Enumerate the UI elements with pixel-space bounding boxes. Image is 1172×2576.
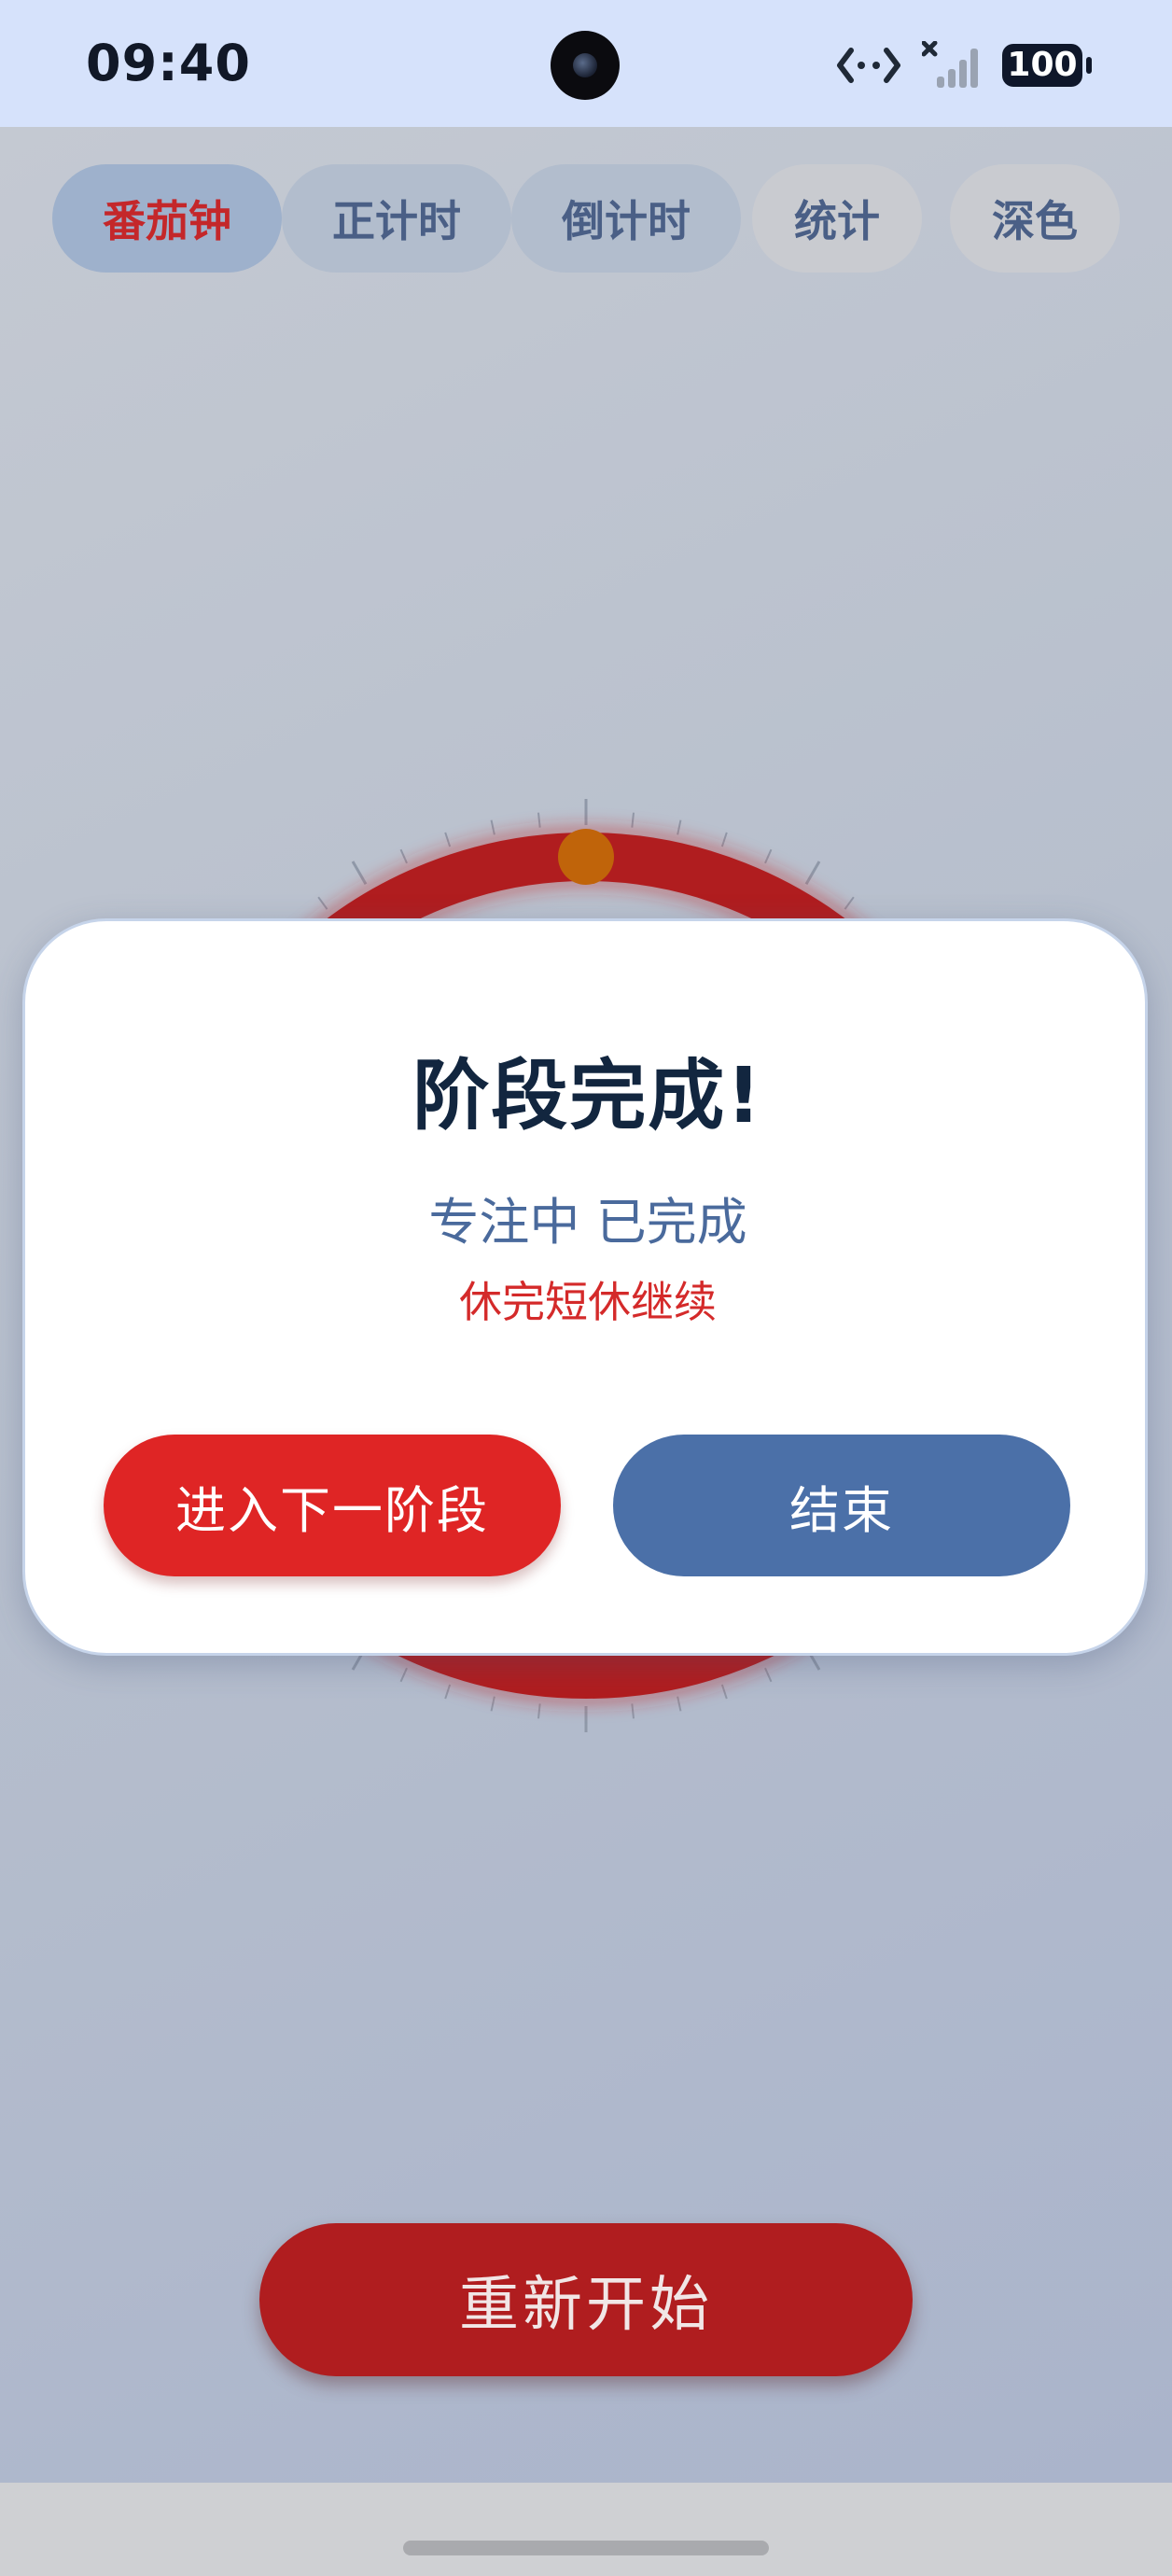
no-signal-icon: [922, 41, 978, 88]
data-transfer-icon: [837, 48, 900, 83]
dialog-title: 阶段完成!: [412, 1052, 763, 1141]
home-indicator[interactable]: [403, 2541, 769, 2555]
status-time: 09:40: [86, 34, 251, 92]
restart-button[interactable]: 重新开始: [259, 2223, 913, 2376]
mode-tabs: 番茄钟 正计时 倒计时 统计 深色: [0, 164, 1172, 274]
tab-label: 番茄钟: [103, 196, 231, 246]
tab-dark-mode[interactable]: 深色: [950, 164, 1120, 273]
end-button[interactable]: 结束: [613, 1435, 1070, 1576]
tab-label: 正计时: [332, 196, 461, 246]
status-bar: 09:40 100: [0, 0, 1172, 127]
tab-stopwatch[interactable]: 正计时: [282, 164, 511, 273]
tab-label: 深色: [992, 196, 1078, 246]
tab-label: 倒计时: [562, 196, 691, 246]
tab-statistics[interactable]: 统计: [752, 164, 922, 273]
tab-pomodoro[interactable]: 番茄钟: [52, 164, 282, 273]
stage-complete-dialog: 阶段完成! 专注中 已完成 休完短休继续 进入下一阶段 结束: [22, 918, 1148, 1656]
tab-label: 统计: [794, 196, 880, 246]
next-stage-button[interactable]: 进入下一阶段: [104, 1435, 561, 1576]
dialog-subtitle: 专注中 已完成: [428, 1193, 747, 1252]
tab-countdown[interactable]: 倒计时: [511, 164, 741, 273]
navigation-bar: [0, 2483, 1172, 2576]
screen: 09:40 100 番茄钟 正计时 倒计时 统计 深色 阶段完成! 专注中 已完…: [0, 0, 1172, 2576]
dialog-hint: 休完短休继续: [459, 1277, 717, 1327]
front-camera: [551, 31, 620, 100]
status-icons: 100: [836, 37, 1092, 93]
battery-icon: 100: [1002, 44, 1092, 87]
